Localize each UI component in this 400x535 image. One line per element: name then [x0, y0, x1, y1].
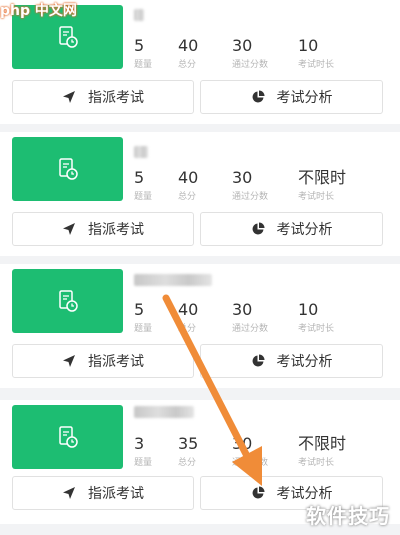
- assign-exam-button[interactable]: 指派考试: [12, 80, 194, 114]
- exam-analysis-button[interactable]: 考试分析: [200, 344, 383, 378]
- exam-title-blurred: [134, 9, 144, 21]
- exam-analysis-label: 考试分析: [276, 222, 333, 238]
- stat-pass-score: 30 通过分数: [232, 300, 269, 334]
- stat-pass-score: 30 通过分数: [232, 36, 269, 70]
- assign-exam-label: 指派考试: [88, 222, 144, 238]
- software-tips-watermark: 软件技巧: [306, 504, 390, 528]
- stat-duration: 10 考试时长: [298, 36, 335, 70]
- exam-card: 5 题量 40 总分 30 通过分数 10 考试时长 指派考试 考试分析: [0, 264, 400, 388]
- stat-question-count: 5 题量: [134, 168, 153, 202]
- stat-total-score: 40 总分: [178, 168, 199, 202]
- stat-total-score: 40 总分: [178, 36, 199, 70]
- stat-total-score: 40 总分: [178, 300, 199, 334]
- exam-title-blurred: [134, 406, 194, 418]
- exam-thumbnail[interactable]: [12, 137, 123, 201]
- stat-duration: 不限时 考试时长: [298, 434, 347, 468]
- stat-total-score: 35 总分: [178, 434, 199, 468]
- send-plane-icon: [62, 486, 76, 500]
- stat-pass-score: 30 通过分数: [232, 434, 269, 468]
- pie-chart-icon: [251, 90, 265, 104]
- stat-question-count: 5 题量: [134, 36, 153, 70]
- php-site-watermark: php 中文网: [0, 3, 77, 19]
- stat-pass-score: 30 通过分数: [232, 168, 269, 202]
- stat-duration: 10 考试时长: [298, 300, 335, 334]
- assign-exam-button[interactable]: 指派考试: [12, 212, 194, 246]
- assign-exam-label: 指派考试: [88, 90, 144, 106]
- send-plane-icon: [62, 222, 76, 236]
- exam-paper-clock-icon: [58, 290, 78, 312]
- exam-analysis-label: 考试分析: [276, 354, 333, 370]
- exam-analysis-button[interactable]: 考试分析: [200, 212, 383, 246]
- assign-exam-button[interactable]: 指派考试: [12, 344, 194, 378]
- exam-card: 5 题量 40 总分 30 通过分数 不限时 考试时长 指派考试 考试分析: [0, 132, 400, 256]
- assign-exam-label: 指派考试: [88, 486, 144, 502]
- send-plane-icon: [62, 90, 76, 104]
- exam-paper-clock-icon: [58, 158, 78, 180]
- assign-exam-label: 指派考试: [88, 354, 144, 370]
- exam-title-blurred: [134, 146, 148, 158]
- exam-paper-clock-icon: [58, 426, 78, 448]
- exam-paper-clock-icon: [58, 26, 78, 48]
- stat-question-count: 5 题量: [134, 300, 153, 334]
- exam-analysis-label: 考试分析: [276, 90, 333, 106]
- pie-chart-icon: [251, 222, 265, 236]
- exam-thumbnail[interactable]: [12, 405, 123, 469]
- stat-question-count: 3 题量: [134, 434, 153, 468]
- assign-exam-button[interactable]: 指派考试: [12, 476, 194, 510]
- send-plane-icon: [62, 354, 76, 368]
- exam-title-blurred: [134, 274, 212, 286]
- pie-chart-icon: [251, 354, 265, 368]
- exam-thumbnail[interactable]: [12, 269, 123, 333]
- exam-analysis-button[interactable]: 考试分析: [200, 80, 383, 114]
- pie-chart-icon: [251, 486, 265, 500]
- stat-duration: 不限时 考试时长: [298, 168, 347, 202]
